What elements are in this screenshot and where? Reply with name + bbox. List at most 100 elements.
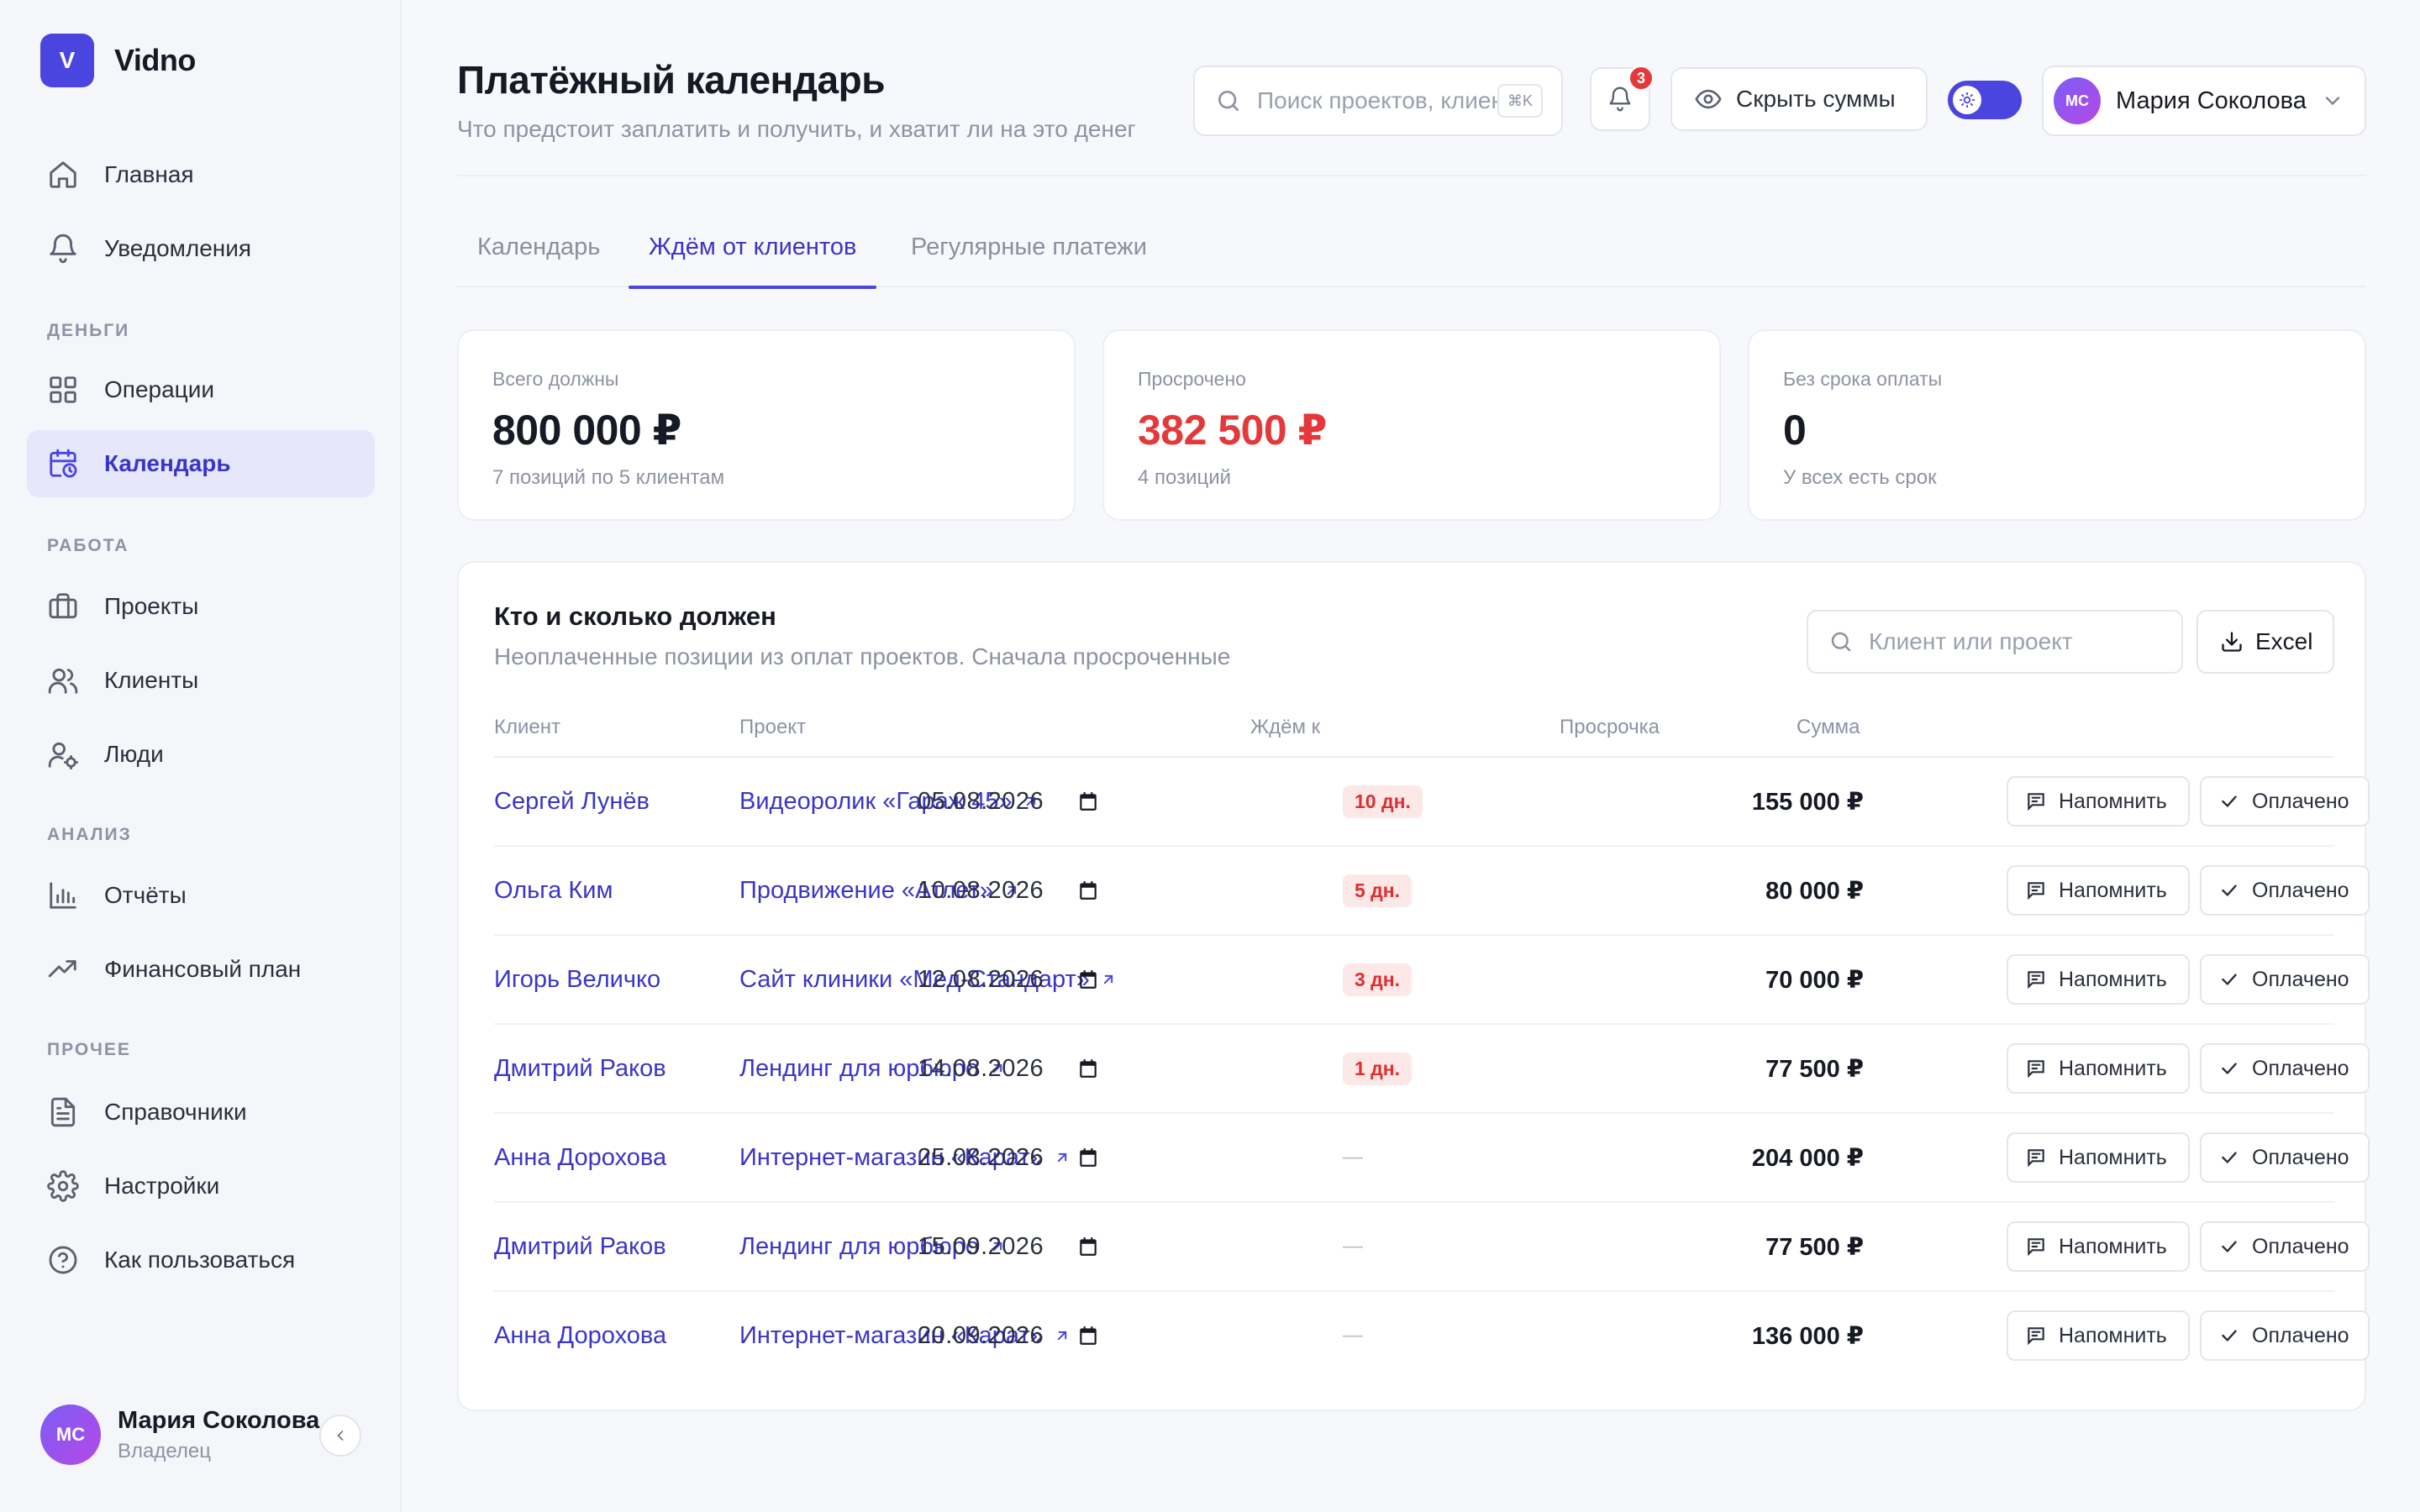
overdue-cell: 10 дн. xyxy=(1343,758,1423,845)
overdue-badge: 3 дн. xyxy=(1343,963,1413,996)
client-link[interactable]: Дмитрий Раков xyxy=(494,1025,666,1112)
table-row: Анна Дорохова Интернет-магазин «Карат» 25.… xyxy=(494,1114,2370,1203)
mark-paid-button[interactable]: Оплачено xyxy=(2200,865,2370,916)
remind-label: Напомнить xyxy=(2059,789,2167,813)
table-row: Дмитрий Раков Лендинг для юрбюро 15.09.202… xyxy=(494,1203,2370,1292)
remind-button[interactable]: Напомнить xyxy=(2007,1221,2190,1272)
column-header-amount[interactable]: Сумма xyxy=(1797,716,1860,739)
client-link[interactable]: Дмитрий Раков xyxy=(494,1203,666,1290)
column-header-client[interactable]: Клиент xyxy=(494,716,560,739)
grid-icon xyxy=(50,376,76,403)
sidebar-item-projects[interactable]: Проекты xyxy=(27,573,375,640)
check-icon xyxy=(2222,795,2237,807)
client-link[interactable]: Игорь Величко xyxy=(494,936,660,1023)
remind-button[interactable]: Напомнить xyxy=(2007,865,2190,916)
calendar-icon[interactable] xyxy=(1077,1058,1099,1079)
sidebar-item-clients[interactable]: Клиенты xyxy=(27,647,375,714)
hide-sums-button[interactable]: Скрыть суммы xyxy=(1670,67,1928,131)
mark-paid-button[interactable]: Оплачено xyxy=(2200,1221,2370,1272)
users-icon xyxy=(48,668,78,694)
mark-paid-button[interactable]: Оплачено xyxy=(2200,1043,2370,1094)
remind-button[interactable]: Напомнить xyxy=(2007,776,2190,827)
sidebar-item-operations[interactable]: Операции xyxy=(27,356,375,423)
sidebar-item-home[interactable]: Главная xyxy=(27,141,375,208)
bell-icon xyxy=(50,234,76,264)
tab-calendar[interactable]: Календарь xyxy=(457,234,620,287)
sidebar-item-reports[interactable]: Отчёты xyxy=(27,862,375,929)
calendar-icon[interactable] xyxy=(1077,1147,1099,1168)
calendar-icon[interactable] xyxy=(1077,1325,1099,1347)
stat-label: Всего должны xyxy=(492,368,619,390)
remind-label: Напомнить xyxy=(2059,967,2167,991)
column-header-project[interactable]: Проект xyxy=(739,716,806,739)
header-divider xyxy=(457,175,2366,176)
remind-button[interactable]: Напомнить xyxy=(2007,1310,2190,1361)
remind-button[interactable]: Напомнить xyxy=(2007,1132,2190,1183)
eye-icon xyxy=(1695,89,1722,109)
sidebar-item-label: Проекты xyxy=(104,593,199,619)
sidebar: V Vidno Главная Уведомления ДЕНЬГИ Опера… xyxy=(0,0,402,1512)
sidebar-item-people[interactable]: Люди xyxy=(27,721,375,788)
avatar: МС xyxy=(40,1404,101,1465)
calendar-icon[interactable] xyxy=(1077,1236,1099,1257)
client-link[interactable]: Анна Дорохова xyxy=(494,1292,666,1379)
due-date: 15.09.2026 xyxy=(918,1232,1044,1260)
sidebar-item-calendar[interactable]: Календарь xyxy=(27,430,375,497)
table-search[interactable] xyxy=(1807,610,2183,674)
sidebar-item-directories[interactable]: Справочники xyxy=(27,1079,375,1146)
page-title: Платёжный календарь xyxy=(457,58,885,102)
client-link[interactable]: Сергей Лунёв xyxy=(494,758,650,845)
search-input[interactable] xyxy=(1257,87,1509,114)
download-icon xyxy=(2222,632,2242,652)
mark-paid-button[interactable]: Оплачено xyxy=(2200,954,2370,1005)
sidebar-item-label: Клиенты xyxy=(104,667,199,693)
help-circle-icon xyxy=(49,1246,77,1274)
message-icon xyxy=(2028,882,2044,900)
search-shortcut: ⌘K xyxy=(1497,84,1543,118)
due-date: 10.08.2026 xyxy=(918,876,1044,904)
calendar-icon[interactable] xyxy=(1077,969,1099,990)
home-icon xyxy=(50,161,76,188)
paid-label: Оплачено xyxy=(2252,967,2349,991)
chevron-left-icon xyxy=(337,1431,344,1441)
user-menu-button[interactable]: МС Мария Соколова xyxy=(2042,66,2366,136)
remind-button[interactable]: Напомнить xyxy=(2007,1043,2190,1094)
collapse-sidebar-button[interactable] xyxy=(319,1415,361,1457)
mark-paid-button[interactable]: Оплачено xyxy=(2200,776,2370,827)
remind-label: Напомнить xyxy=(2059,1323,2167,1347)
sidebar-item-financial-plan[interactable]: Финансовый план xyxy=(27,936,375,1003)
mark-paid-button[interactable]: Оплачено xyxy=(2200,1132,2370,1183)
tab-recurring-payments[interactable]: Регулярные платежи xyxy=(891,234,1167,287)
export-excel-button[interactable]: Excel xyxy=(2196,610,2334,674)
table-row: Игорь Величко Сайт клиники «Мед-Стандарт»… xyxy=(494,936,2370,1025)
sidebar-user[interactable]: МС Мария Соколова Владелец xyxy=(40,1404,319,1465)
app-logo[interactable]: V Vidno xyxy=(40,34,196,87)
check-icon xyxy=(2222,1152,2237,1163)
calendar-icon[interactable] xyxy=(1077,790,1099,812)
stat-subtext: 4 позиций xyxy=(1138,466,1232,489)
table-search-input[interactable] xyxy=(1869,628,2171,655)
mark-paid-button[interactable]: Оплачено xyxy=(2200,1310,2370,1361)
stat-value: 0 xyxy=(1783,407,1807,454)
table-row: Анна Дорохова Интернет-магазин «Карат» 20.… xyxy=(494,1292,2370,1381)
sidebar-item-settings[interactable]: Настройки xyxy=(27,1152,375,1220)
column-header-overdue[interactable]: Просрочка xyxy=(1560,716,1660,739)
export-label: Excel xyxy=(2255,628,2313,654)
user-name: Мария Соколова xyxy=(2116,87,2307,114)
client-link[interactable]: Анна Дорохова xyxy=(494,1114,666,1201)
remind-button[interactable]: Напомнить xyxy=(2007,954,2190,1005)
column-header-due[interactable]: Ждём к xyxy=(1250,716,1320,739)
client-link[interactable]: Ольга Ким xyxy=(494,847,613,934)
sidebar-item-help[interactable]: Как пользоваться xyxy=(27,1226,375,1294)
sidebar-item-label: Справочники xyxy=(104,1099,247,1125)
tab-awaiting-clients[interactable]: Ждём от клиентов xyxy=(629,234,877,289)
overdue-cell: 3 дн. xyxy=(1343,936,1413,1023)
theme-toggle[interactable] xyxy=(1948,81,2022,119)
user-role: Владелец xyxy=(118,1439,212,1462)
gear-icon xyxy=(47,1170,79,1202)
overdue-cell: — xyxy=(1343,1292,1363,1379)
remind-label: Напомнить xyxy=(2059,1234,2167,1258)
sidebar-item-notifications[interactable]: Уведомления xyxy=(27,215,375,282)
global-search[interactable]: ⌘K xyxy=(1193,66,1563,136)
calendar-icon[interactable] xyxy=(1077,879,1099,901)
